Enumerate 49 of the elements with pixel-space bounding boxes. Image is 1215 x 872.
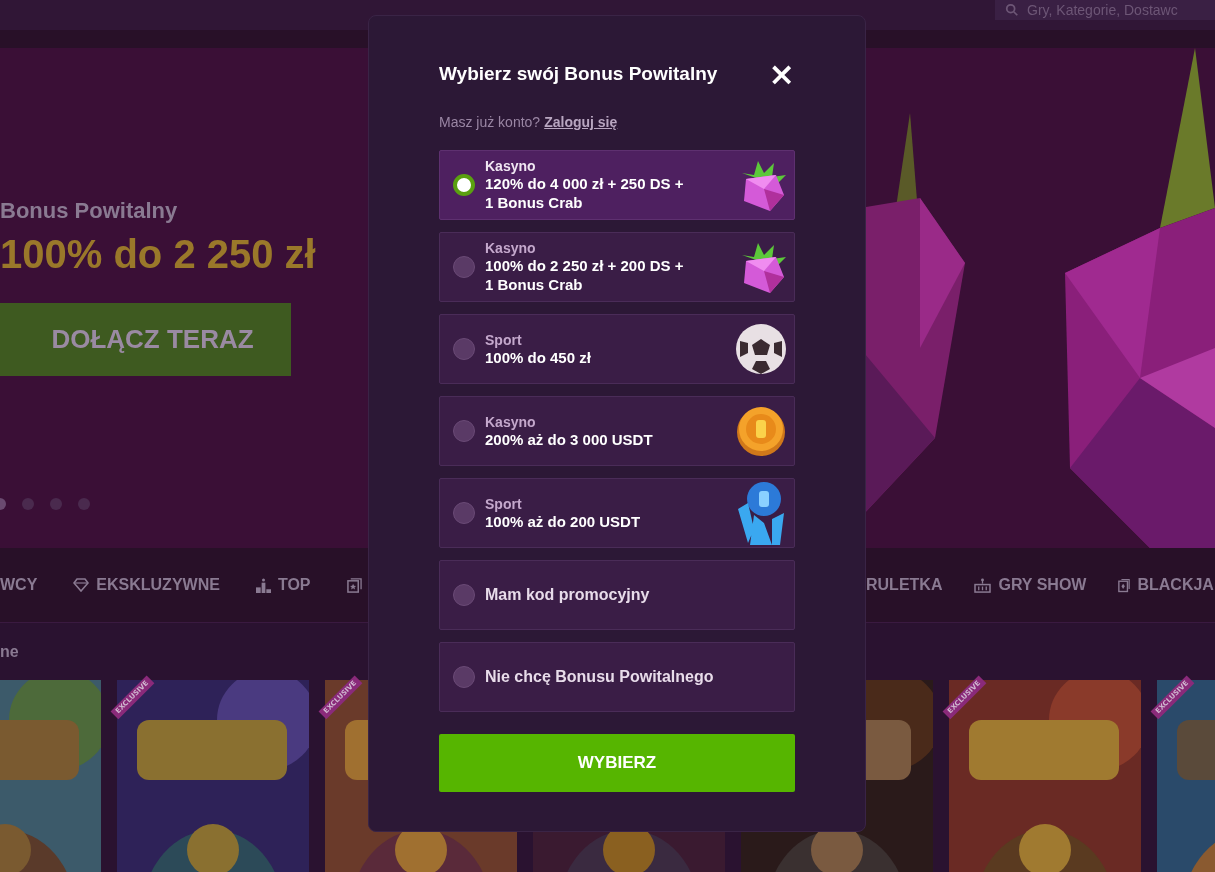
option-label: Nie chcę Bonusu Powitalnego: [485, 668, 715, 686]
option-offer: 200% aż do 3 000 USDT: [485, 430, 653, 449]
bonus-option[interactable]: Nie chcę Bonusu Powitalnego: [439, 642, 795, 712]
option-category: Sport: [485, 495, 522, 512]
option-offer: 120% do 4 000 zł + 250 DS + 1 Bonus Crab: [485, 174, 685, 212]
search-icon: [1005, 3, 1019, 17]
login-link[interactable]: Zaloguj się: [544, 114, 618, 130]
category-tab[interactable]: WCY: [0, 576, 38, 594]
podium-icon: [255, 577, 271, 593]
carousel-dot[interactable]: [22, 498, 34, 510]
option-label: Mam kod promocyjny: [485, 586, 651, 604]
star-card-icon: [346, 577, 362, 593]
bonus-option[interactable]: Kasyno 100% do 2 250 zł + 200 DS + 1 Bonus Crab: [439, 232, 795, 302]
bonus-option[interactable]: Mam kod promocyjny: [439, 560, 795, 630]
category-tab[interactable]: GRY SHOW: [998, 576, 1087, 594]
game-show-icon: [974, 577, 992, 593]
option-category: Kasyno: [485, 158, 536, 174]
option-category: Kasyno: [485, 240, 536, 256]
category-tab[interactable]: TOP: [277, 576, 311, 594]
login-prompt: Masz już konto?: [439, 114, 541, 130]
category-tab[interactable]: RULETKA: [866, 576, 943, 594]
radio-button[interactable]: [453, 338, 475, 360]
category-tab[interactable]: EKSKLUZYWNE: [96, 576, 220, 594]
carousel-dot[interactable]: [50, 498, 62, 510]
option-category: Sport: [485, 331, 522, 348]
dialog-title: Wybierz swój Bonus Powitalny: [439, 63, 718, 85]
radio-button[interactable]: [453, 666, 475, 688]
category-tab[interactable]: BLACKJA: [1137, 576, 1214, 594]
option-offer: 100% do 2 250 zł + 200 DS + 1 Bonus Crab: [485, 256, 685, 294]
hero-subtitle: Bonus Powitalny: [0, 198, 178, 224]
hero-amount: 100% do 2 250 zł: [0, 232, 316, 277]
section-title: ne: [0, 641, 19, 662]
option-offer: 100% do 450 zł: [485, 348, 591, 367]
bonus-option[interactable]: Kasyno 200% aż do 3 000 USDT: [439, 396, 795, 466]
carousel-dot[interactable]: [78, 498, 90, 510]
option-category: Kasyno: [485, 413, 536, 430]
bonus-option[interactable]: Sport 100% aż do 200 USDT: [439, 478, 795, 548]
radio-button[interactable]: [453, 502, 475, 524]
radio-button[interactable]: [453, 584, 475, 606]
radio-button[interactable]: [453, 256, 475, 278]
radio-button[interactable]: [453, 420, 475, 442]
card-icon: [1118, 577, 1131, 593]
option-offer: 100% aż do 200 USDT: [485, 512, 641, 531]
diamond-icon: [73, 578, 90, 592]
ball-icon: [734, 321, 788, 377]
bonus-option[interactable]: Kasyno 120% do 4 000 zł + 250 DS + 1 Bonus Crab: [439, 150, 795, 220]
radio-button[interactable]: [453, 174, 475, 196]
bonus-option[interactable]: Sport 100% do 450 zł: [439, 314, 795, 384]
close-button[interactable]: ×: [768, 60, 795, 88]
